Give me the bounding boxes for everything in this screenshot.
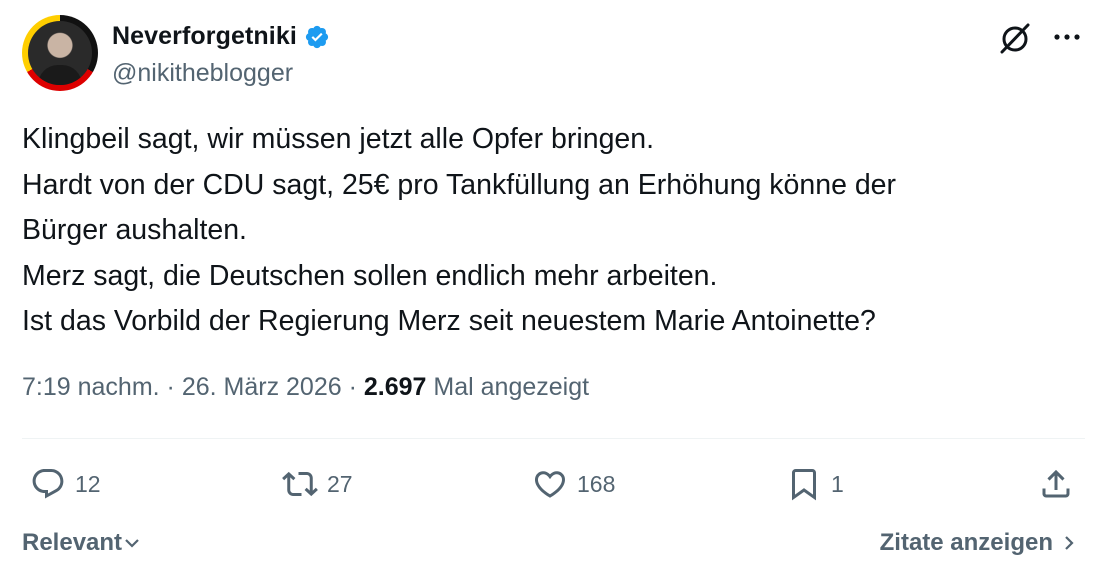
reply-button[interactable]: 12 (30, 466, 101, 502)
share-button[interactable] (1038, 466, 1074, 502)
bookmark-button[interactable]: 1 (786, 466, 844, 502)
bookmark-icon (792, 469, 816, 501)
sort-label: Relevant (22, 529, 123, 556)
tweet-line: Bürger aushalten. (22, 214, 247, 246)
like-icon (534, 471, 566, 498)
views-label: Mal angezeigt (433, 373, 590, 401)
divider (22, 438, 1085, 439)
like-count: 168 (577, 470, 616, 497)
tweet-meta: 7:19 nachm. · 26. März 2026 · 2.697 Mal … (22, 373, 589, 402)
meta-separator: · (166, 373, 175, 401)
reply-icon (32, 469, 64, 499)
tweet-date[interactable]: 26. März 2026 (182, 373, 342, 401)
tweet-line: Ist das Vorbild der Regierung Merz seit … (22, 305, 876, 337)
avatar[interactable] (22, 15, 98, 91)
author-handle[interactable]: @nikitheblogger (112, 59, 293, 88)
repost-count: 27 (327, 470, 353, 497)
views-count[interactable]: 2.697 (364, 373, 427, 401)
verified-badge-icon[interactable] (304, 24, 330, 50)
more-icon[interactable] (1050, 22, 1084, 52)
tweet-time[interactable]: 7:19 nachm. (22, 373, 160, 401)
chevron-right-icon (1065, 536, 1074, 550)
tweet-line: Merz sagt, die Deutschen sollen endlich … (22, 259, 718, 292)
tweet-text: Klingbeil sagt, wir müssen jetzt alle Op… (22, 117, 1082, 345)
author-display-name[interactable]: Neverforgetniki (112, 22, 297, 51)
repost-icon (282, 471, 318, 497)
view-quotes-link[interactable]: Zitate anzeigen (880, 529, 1079, 557)
like-button[interactable]: 168 (532, 466, 615, 502)
sort-replies-dropdown[interactable]: Relevant (22, 529, 142, 557)
avatar-photo (28, 21, 92, 85)
bookmark-count: 1 (831, 470, 844, 497)
share-icon (1042, 469, 1070, 498)
reply-count: 12 (75, 470, 101, 497)
meta-separator: · (348, 373, 357, 401)
tweet-line: Klingbeil sagt, wir müssen jetzt alle Op… (22, 123, 655, 155)
chevron-down-icon (125, 539, 139, 548)
author-name-row[interactable]: Neverforgetniki (112, 22, 330, 51)
tweet-line: Hardt von der CDU sagt, 25€ pro Tankfüll… (22, 168, 897, 201)
quotes-label: Zitate anzeigen (879, 529, 1053, 556)
grok-icon[interactable] (996, 19, 1034, 57)
repost-button[interactable]: 27 (282, 466, 353, 502)
